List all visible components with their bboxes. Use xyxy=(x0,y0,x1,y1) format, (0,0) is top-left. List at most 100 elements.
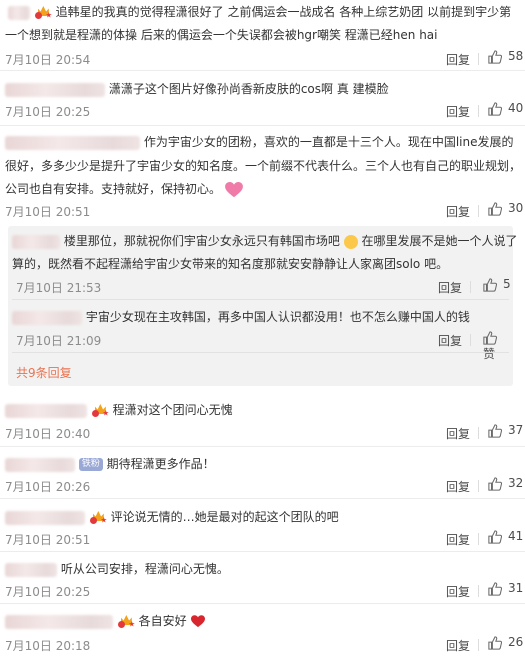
reply-button[interactable]: 回复 xyxy=(446,203,470,220)
like-button[interactable]: 31 xyxy=(488,581,523,596)
comment-item: 作为宇宙少女的团粉，喜欢的一直都是十三个人。现在中国line发展的 很好，多多少… xyxy=(0,126,525,226)
reply-button[interactable]: 回复 xyxy=(446,478,470,495)
comment-time: 7月10日 20:25 xyxy=(5,105,91,119)
like-count: 赞 xyxy=(483,346,496,361)
blurred-username xyxy=(5,562,57,577)
reply-button[interactable]: 回复 xyxy=(446,425,470,442)
comment-item: 听从公司安排，程潇问心无愧。 7月10日 20:25 回复 31 xyxy=(0,552,525,604)
divider xyxy=(478,639,479,651)
fan-badge: 铁粉 xyxy=(78,458,103,471)
divider xyxy=(478,53,479,65)
divider xyxy=(478,533,479,545)
divider xyxy=(470,281,471,293)
like-count: 32 xyxy=(508,476,524,490)
comment-time: 7月10日 20:25 xyxy=(5,585,91,599)
thumbs-up-icon xyxy=(488,201,502,216)
comment-time: 7月10日 20:51 xyxy=(5,205,91,219)
more-replies-link[interactable]: 共9条回复 xyxy=(16,364,72,381)
blurred-username xyxy=(5,510,85,525)
comment-item: 铁粉 期待程潇更多作品！ 7月10日 20:26 回复 32 xyxy=(0,447,525,499)
crown-badge-icon xyxy=(34,6,52,19)
reply-button[interactable]: 回复 xyxy=(446,51,470,68)
like-button[interactable]: 5 xyxy=(483,277,511,292)
comment-text: 评论说无情的…她是最对的起这个团队的吧 xyxy=(110,510,339,524)
like-button[interactable]: 赞 xyxy=(483,330,513,362)
reply-button[interactable]: 回复 xyxy=(438,332,462,349)
comment-time: 7月10日 20:26 xyxy=(5,480,91,494)
reply-button[interactable]: 回复 xyxy=(446,583,470,600)
like-button[interactable]: 30 xyxy=(488,201,523,216)
comment-time: 7月10日 20:51 xyxy=(5,533,91,547)
divider xyxy=(478,585,479,597)
comment-text: 作为宇宙少女的团粉，喜欢的一直都是十三个人。现在中国line发展的 xyxy=(143,135,514,149)
heart-emoji-icon xyxy=(224,181,243,197)
comment-text: 期待程潇更多作品！ xyxy=(106,457,215,471)
comment-item: 评论说无情的…她是最对的起这个团队的吧 7月10日 20:51 回复 41 xyxy=(0,500,525,552)
like-count: 58 xyxy=(508,49,524,63)
reply-text: 楼里那位，那就祝你们宇宙少女永远只有韩国市场吧 xyxy=(63,234,340,248)
comment-text: 公司也自有安排。支持就好，保持初心。 xyxy=(5,182,222,196)
reply-time: 7月10日 21:09 xyxy=(16,334,102,348)
reply-time: 7月10日 21:53 xyxy=(16,281,102,295)
reply-button[interactable]: 回复 xyxy=(438,279,462,296)
thumbs-up-icon xyxy=(483,277,497,292)
blurred-username xyxy=(5,82,105,97)
reply-button[interactable]: 回复 xyxy=(446,103,470,120)
reply-text: 宇宙少女现在主攻韩国，再多中国人认识都没用！也不怎么赚中国人的钱 xyxy=(85,310,470,324)
comment-time: 7月10日 20:54 xyxy=(5,53,91,67)
divider xyxy=(0,498,525,499)
divider xyxy=(470,334,471,346)
blurred-username xyxy=(8,5,30,20)
comment-item: 潇潇子这个图片好像孙尚香新皮肤的cos啊 真 建模脸 7月10日 20:25 回… xyxy=(0,71,525,126)
thumbs-up-icon xyxy=(488,635,502,650)
like-button[interactable]: 37 xyxy=(488,423,523,438)
like-button[interactable]: 32 xyxy=(488,476,523,491)
reply-text: 在哪里发展不是她一个人说了 xyxy=(361,234,518,248)
reply-thread: 楼里那位，那就祝你们宇宙少女永远只有韩国市场吧 在哪里发展不是她一个人说了 算的… xyxy=(8,226,518,386)
smile-emoji-icon xyxy=(343,234,358,249)
blurred-username xyxy=(5,135,140,150)
thumbs-up-icon xyxy=(483,330,497,345)
like-button[interactable]: 41 xyxy=(488,529,523,544)
like-count: 31 xyxy=(508,581,524,595)
like-count: 40 xyxy=(508,101,524,115)
like-button[interactable]: 58 xyxy=(488,49,523,64)
reply-button[interactable]: 回复 xyxy=(446,531,470,548)
blurred-username xyxy=(12,234,60,249)
heart-emoji-icon xyxy=(190,615,205,628)
divider xyxy=(478,427,479,439)
blurred-username xyxy=(12,310,82,325)
comment-time: 7月10日 20:40 xyxy=(5,427,91,441)
like-count: 5 xyxy=(503,277,511,291)
like-count: 41 xyxy=(508,529,524,543)
blurred-username xyxy=(5,403,87,418)
divider xyxy=(12,299,509,300)
blurred-username xyxy=(5,457,75,472)
divider xyxy=(12,352,509,353)
comment-item: 各自安好 7月10日 20:18 回复 26 xyxy=(0,604,525,666)
comment-text: 各自安好 xyxy=(138,614,187,628)
divider xyxy=(478,480,479,492)
comment-text: 潇潇子这个图片好像孙尚香新皮肤的cos啊 真 建模脸 xyxy=(108,82,389,96)
divider xyxy=(478,205,479,217)
comment-item: 程潇对这个团问心无愧 7月10日 20:40 回复 37 xyxy=(0,392,525,447)
like-count: 30 xyxy=(508,201,524,215)
crown-badge-icon xyxy=(91,404,109,417)
comment-text: 一个想到就是程潇的体操 后来的偶运会一个失误都会被hgr嘲笑 程潇已经hen h… xyxy=(5,28,438,42)
thumbs-up-icon xyxy=(488,581,502,596)
comment-text: 程潇对这个团问心无愧 xyxy=(112,403,233,417)
divider xyxy=(478,105,479,117)
like-button[interactable]: 40 xyxy=(488,101,523,116)
reply-text: 算的，既然看不起程潇给宇宙少女带来的知名度那就安安静静让人家离团solo 吧。 xyxy=(12,257,449,271)
like-button[interactable]: 26 xyxy=(488,635,523,650)
like-count: 37 xyxy=(508,423,524,437)
like-count: 26 xyxy=(508,635,524,649)
crown-badge-icon xyxy=(89,511,107,524)
thumbs-up-icon xyxy=(488,476,502,491)
comment-item: 追韩星的我真的觉得程潇很好了 之前偶运会一战成名 各种上综艺奶团 以前提到宇少第… xyxy=(0,0,525,71)
thumbs-up-icon xyxy=(488,49,502,64)
thumbs-up-icon xyxy=(488,529,502,544)
thumbs-up-icon xyxy=(488,101,502,116)
comment-text: 很好，多多少少是提升了宇宙少女的知名度。一个前缀不代表什么。三个人也有自己的职业… xyxy=(5,159,522,173)
reply-button[interactable]: 回复 xyxy=(446,637,470,654)
